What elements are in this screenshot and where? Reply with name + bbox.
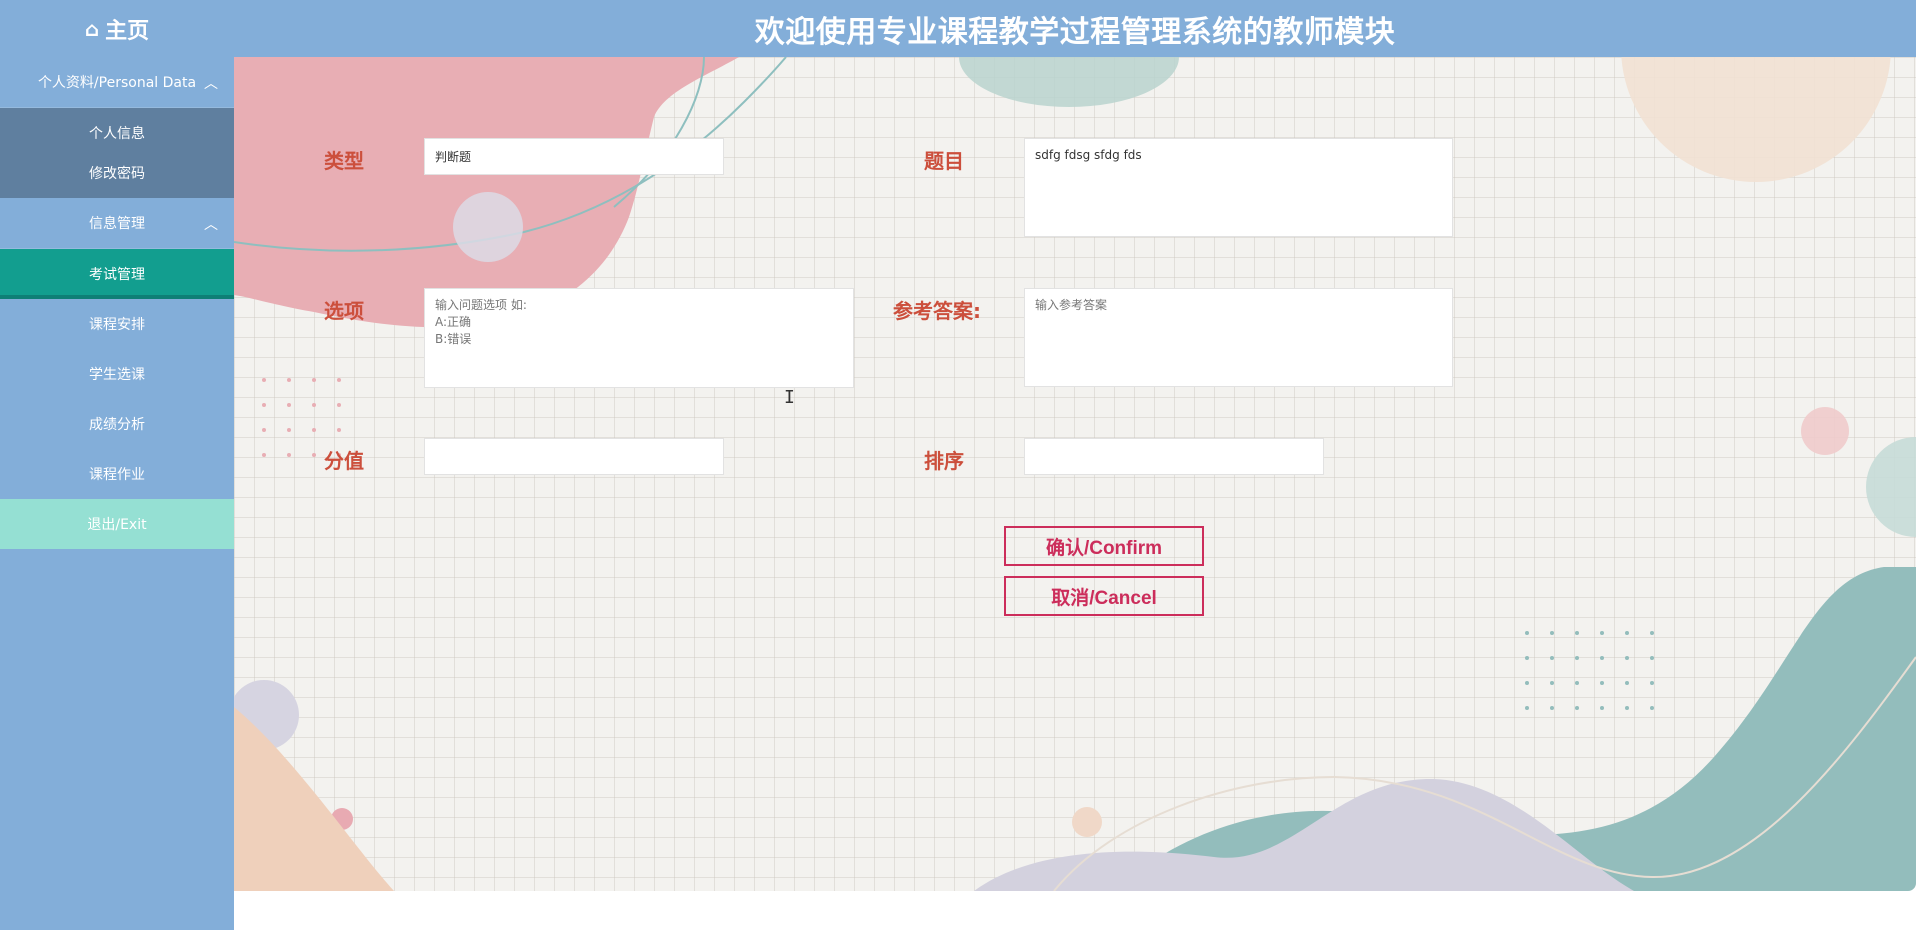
sort-field[interactable]: [1024, 438, 1324, 475]
options-label: 选项: [324, 299, 364, 323]
sidebar: 个人资料/Personal Data ︿ 个人信息 修改密码 信息管理 ︿ 考试…: [0, 57, 234, 930]
main-content: 类型 题目 sdfg fdsg sfdg fds 选项 参考答案: 分值 排序 …: [234, 57, 1916, 891]
sidebar-group-info-label: 信息管理: [89, 216, 145, 232]
home-label: 主页: [105, 18, 150, 44]
chevron-up-icon: ︿: [204, 217, 218, 233]
home-link[interactable]: ⌂ 主页: [0, 0, 234, 57]
answer-textarea[interactable]: [1024, 288, 1453, 387]
text-cursor-icon: I: [784, 387, 795, 408]
sidebar-item-personal-info[interactable]: 个人信息: [0, 113, 234, 153]
question-textarea[interactable]: sdfg fdsg sfdg fds: [1024, 138, 1453, 237]
sidebar-item-change-password[interactable]: 修改密码: [0, 153, 234, 193]
sidebar-item-exam-management[interactable]: 考试管理: [0, 249, 234, 299]
confirm-button[interactable]: 确认/Confirm: [1004, 526, 1204, 566]
score-label: 分值: [324, 449, 364, 473]
score-field[interactable]: [424, 438, 724, 475]
home-icon: ⌂: [84, 16, 100, 41]
answer-label: 参考答案:: [893, 299, 981, 323]
sidebar-item-grade-analysis[interactable]: 成绩分析: [0, 399, 234, 449]
chevron-up-icon: ︿: [204, 76, 218, 92]
sidebar-item-exit[interactable]: 退出/Exit: [0, 499, 234, 549]
sidebar-group-personal[interactable]: 个人资料/Personal Data ︿: [0, 57, 234, 108]
top-bar: ⌂ 主页 欢迎使用专业课程教学过程管理系统的教师模块: [0, 0, 1916, 57]
sidebar-group-info[interactable]: 信息管理 ︿: [0, 198, 234, 249]
cancel-button[interactable]: 取消/Cancel: [1004, 576, 1204, 616]
sidebar-item-course-schedule[interactable]: 课程安排: [0, 299, 234, 349]
sidebar-group-personal-label: 个人资料/Personal Data: [37, 75, 197, 91]
sidebar-item-course-selection[interactable]: 学生选课: [0, 349, 234, 399]
sidebar-submenu-personal: 个人信息 修改密码: [0, 108, 234, 198]
app-title: 欢迎使用专业课程教学过程管理系统的教师模块: [754, 14, 1396, 50]
options-textarea[interactable]: [424, 288, 854, 388]
sidebar-item-course-homework[interactable]: 课程作业: [0, 449, 234, 499]
type-label: 类型: [324, 149, 364, 173]
question-label: 题目: [924, 149, 964, 173]
sort-label: 排序: [924, 449, 964, 473]
type-field[interactable]: [424, 138, 724, 175]
